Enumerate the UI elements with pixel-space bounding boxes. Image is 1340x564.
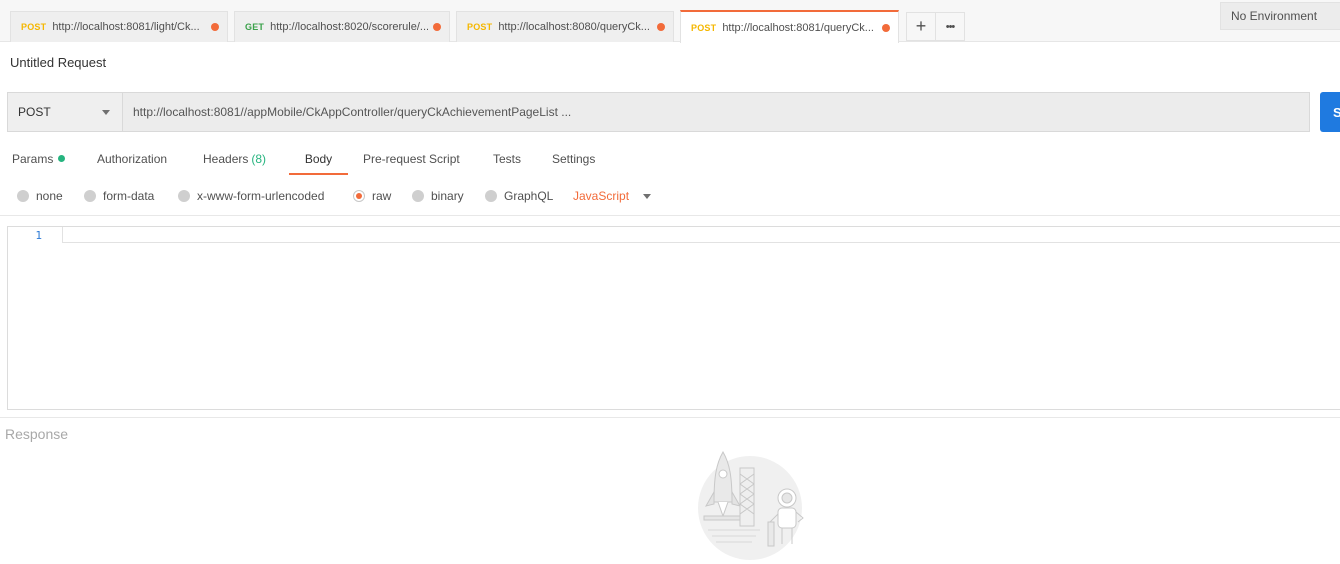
tab-label: Tests (493, 152, 522, 166)
url-input[interactable]: http://localhost:8081//appMobile/CkAppCo… (122, 92, 1310, 132)
tab-tests[interactable]: Tests (493, 145, 521, 175)
request-tab-bar: POST http://localhost:8081/light/Ck... G… (0, 0, 1340, 43)
request-tab-2[interactable]: GET http://localhost:8020/scorerule/... (234, 11, 450, 42)
body-code-editor[interactable]: 1 (7, 226, 1340, 410)
unsaved-dot-icon (211, 23, 219, 31)
radio-selected-icon (353, 190, 365, 202)
tab-method: POST (467, 22, 493, 32)
radio-none[interactable]: none (17, 185, 63, 207)
radio-form-data[interactable]: form-data (84, 185, 154, 207)
plus-icon: + (915, 16, 927, 36)
radio-label: form-data (103, 189, 155, 203)
more-dots-icon: ••• (945, 20, 956, 33)
tab-headers[interactable]: Headers (8) (203, 145, 266, 175)
tab-url: http://localhost:8020/scorerule/... (270, 21, 428, 33)
tab-label: Pre-request Script (363, 152, 460, 166)
method-value: POST (18, 105, 51, 119)
line-number: 1 (35, 229, 42, 242)
divider (0, 215, 1340, 216)
editor-gutter: 1 (8, 227, 62, 409)
tab-label: Authorization (97, 152, 168, 166)
radio-graphql[interactable]: GraphQL (485, 185, 553, 207)
unsaved-dot-icon (657, 23, 665, 31)
radio-circle-icon (178, 190, 190, 202)
tab-label: Body (304, 152, 333, 166)
radio-circle-icon (485, 190, 497, 202)
tab-label: Headers (203, 152, 249, 166)
request-tab-1[interactable]: POST http://localhost:8081/light/Ck... (10, 11, 228, 42)
tab-authorization[interactable]: Authorization (97, 145, 167, 175)
radio-binary[interactable]: binary (412, 185, 464, 207)
environment-selector[interactable]: No Environment (1220, 2, 1340, 30)
divider (0, 417, 1340, 418)
new-tab-button[interactable]: + (906, 12, 936, 41)
radio-label: raw (372, 189, 392, 203)
tab-method: POST (691, 22, 717, 33)
raw-language-select[interactable]: JavaScript (573, 185, 652, 207)
tab-url: http://localhost:8080/queryCk... (498, 21, 650, 33)
radio-x-www-form-urlencoded[interactable]: x-www-form-urlencoded (178, 185, 324, 207)
tab-label: Params (12, 152, 54, 166)
send-label: S (1333, 104, 1340, 120)
rocket-astronaut-illustration-icon (698, 451, 804, 560)
tab-label: Settings (552, 152, 596, 166)
tab-options-button[interactable]: ••• (935, 12, 965, 41)
radio-label: x-www-form-urlencoded (197, 189, 325, 203)
raw-language-value: JavaScript (573, 189, 630, 203)
send-button[interactable]: S (1320, 92, 1340, 132)
tab-method: GET (245, 22, 265, 32)
radio-circle-icon (17, 190, 29, 202)
radio-label: none (36, 189, 63, 203)
tab-params[interactable]: Params (12, 145, 66, 175)
url-value: http://localhost:8081//appMobile/CkAppCo… (133, 105, 572, 119)
request-config-tabs: Params Authorization Headers (8) Body Pre… (0, 145, 700, 175)
tab-url: http://localhost:8081/queryCk... (722, 21, 874, 34)
chevron-down-icon (102, 110, 110, 115)
radio-circle-icon (412, 190, 424, 202)
method-select[interactable]: POST (7, 92, 123, 132)
radio-circle-icon (84, 190, 96, 202)
radio-raw[interactable]: raw (353, 185, 391, 207)
tab-settings[interactable]: Settings (552, 145, 595, 175)
chevron-down-icon (643, 193, 652, 199)
request-tab-4-active[interactable]: POST http://localhost:8081/queryCk... (680, 10, 899, 43)
radio-label: GraphQL (504, 189, 554, 203)
response-heading: Response (5, 426, 69, 442)
tab-method: POST (21, 22, 47, 32)
tab-url: http://localhost:8081/light/Ck... (52, 21, 200, 33)
unsaved-dot-icon (882, 23, 890, 32)
request-tab-3[interactable]: POST http://localhost:8080/queryCk... (456, 11, 674, 42)
params-indicator-dot-icon (58, 155, 66, 162)
environment-label: No Environment (1231, 9, 1318, 23)
editor-active-line[interactable] (62, 227, 1340, 243)
unsaved-dot-icon (433, 23, 441, 31)
headers-count: (8) (251, 152, 267, 166)
tab-pre-request-script[interactable]: Pre-request Script (363, 145, 460, 175)
radio-label: binary (431, 189, 464, 203)
request-title[interactable]: Untitled Request (10, 55, 106, 70)
tab-body[interactable]: Body (289, 145, 348, 175)
